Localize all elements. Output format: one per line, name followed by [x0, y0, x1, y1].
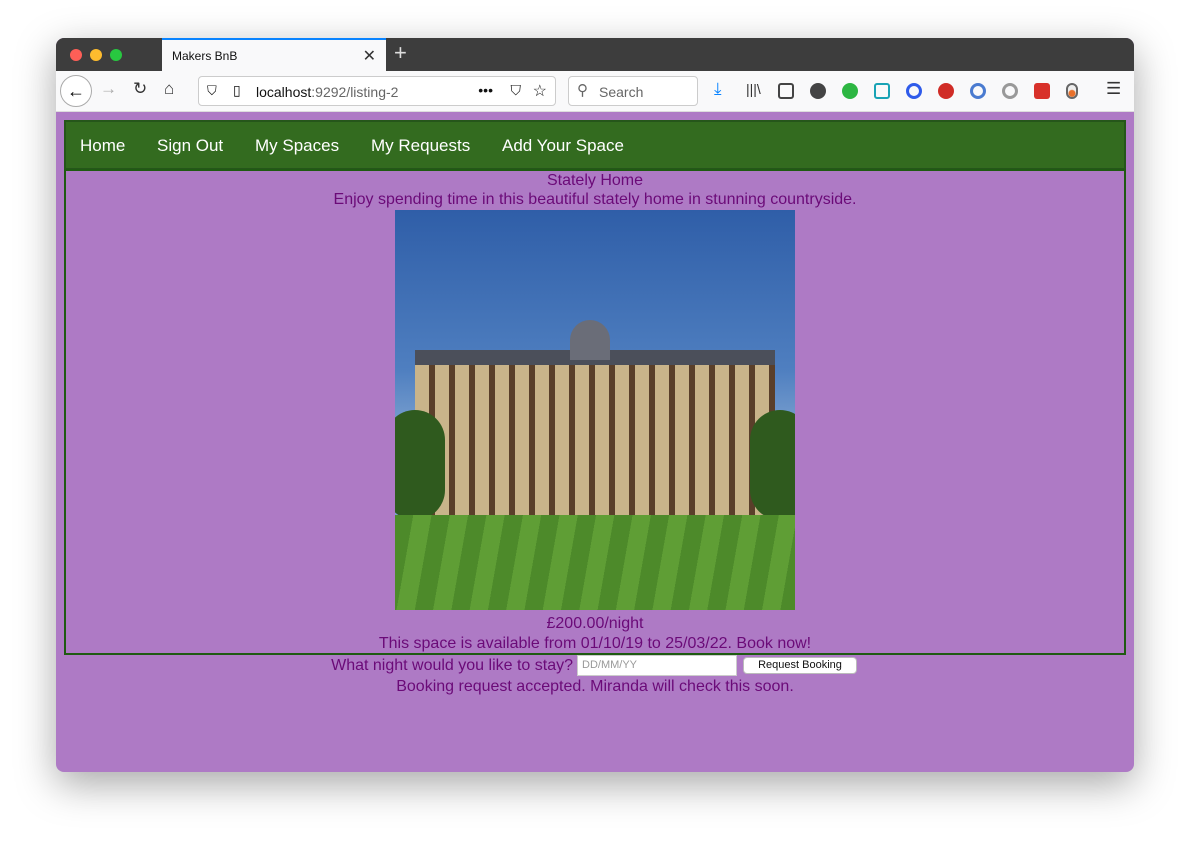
privacy-lock-icon[interactable]	[970, 83, 986, 99]
listing-availability: This space is available from 01/10/19 to…	[378, 635, 812, 652]
home-icon[interactable]: ⌂	[164, 79, 174, 99]
browser-tab[interactable]: Makers BnB ✕	[162, 38, 386, 71]
close-window-icon[interactable]	[70, 49, 82, 61]
pocket-icon[interactable]: ⛉	[511, 82, 522, 99]
nav-my-spaces[interactable]: My Spaces	[255, 136, 339, 156]
site-nav: Home Sign Out My Spaces My Requests Add …	[64, 120, 1126, 170]
extension-grey-icon[interactable]	[1002, 83, 1018, 99]
maximize-window-icon[interactable]	[110, 49, 122, 61]
back-icon[interactable]: ←	[60, 75, 92, 107]
request-booking-button[interactable]: Request Booking	[743, 657, 857, 674]
menu-icon[interactable]: ☰	[1106, 79, 1121, 99]
save-icon[interactable]	[874, 83, 890, 99]
url-bar[interactable]: ⛉ ▯ localhost:9292/listing-2 ••• ⛉ ☆	[198, 76, 556, 106]
search-icon: ⚲	[577, 82, 588, 99]
minimize-window-icon[interactable]	[90, 49, 102, 61]
account-icon[interactable]	[810, 83, 826, 99]
booking-question: What night would you like to stay?	[331, 657, 573, 674]
library-icon[interactable]: |||\	[746, 81, 761, 97]
search-placeholder: Search	[599, 84, 644, 100]
extension-blue-icon[interactable]	[906, 83, 922, 99]
nav-toolbar: ← → ↻ ⌂ ⛉ ▯ localhost:9292/listing-2 •••…	[56, 71, 1134, 112]
tab-bar: Makers BnB ✕ +	[56, 38, 1134, 71]
listing-photo	[395, 210, 795, 610]
page-icon: ▯	[233, 82, 241, 98]
nav-my-requests[interactable]: My Requests	[371, 136, 470, 156]
booking-confirmation: Booking request accepted. Miranda will c…	[396, 678, 794, 695]
search-input[interactable]: ⚲ Search	[568, 76, 698, 106]
extension-red-icon[interactable]	[938, 83, 954, 99]
forward-icon[interactable]: →	[100, 79, 117, 99]
more-icon[interactable]: •••	[478, 82, 493, 98]
nav-add-your-space[interactable]: Add Your Space	[502, 136, 624, 156]
bookmark-star-icon[interactable]: ☆	[533, 81, 547, 101]
listing-description: Enjoy spending time in this beautiful st…	[333, 191, 857, 208]
date-input[interactable]: DD/MM/YY	[577, 655, 737, 676]
url-host: localhost	[256, 84, 312, 100]
nav-sign-out[interactable]: Sign Out	[157, 136, 223, 156]
listing-price: £200.00/night	[546, 615, 644, 632]
reload-icon[interactable]: ↻	[133, 79, 147, 99]
extension-toggle-icon[interactable]	[1066, 83, 1078, 99]
listing-title: Stately Home	[546, 172, 644, 189]
sidebar-icon[interactable]	[778, 83, 794, 99]
tab-title: Makers BnB	[172, 49, 238, 63]
download-icon[interactable]: ⤓	[714, 79, 722, 99]
evernote-icon[interactable]	[842, 83, 858, 99]
nav-home[interactable]: Home	[80, 136, 125, 156]
new-tab-icon[interactable]: +	[394, 40, 407, 66]
close-tab-icon[interactable]: ✕	[363, 46, 376, 66]
extension-close-icon[interactable]	[1034, 83, 1050, 99]
shield-icon: ⛉	[207, 83, 217, 98]
browser-window: Makers BnB ✕ + ← → ↻ ⌂ ⛉ ▯ localhost:9292…	[56, 38, 1134, 772]
url-path: :9292/listing-2	[311, 84, 399, 100]
